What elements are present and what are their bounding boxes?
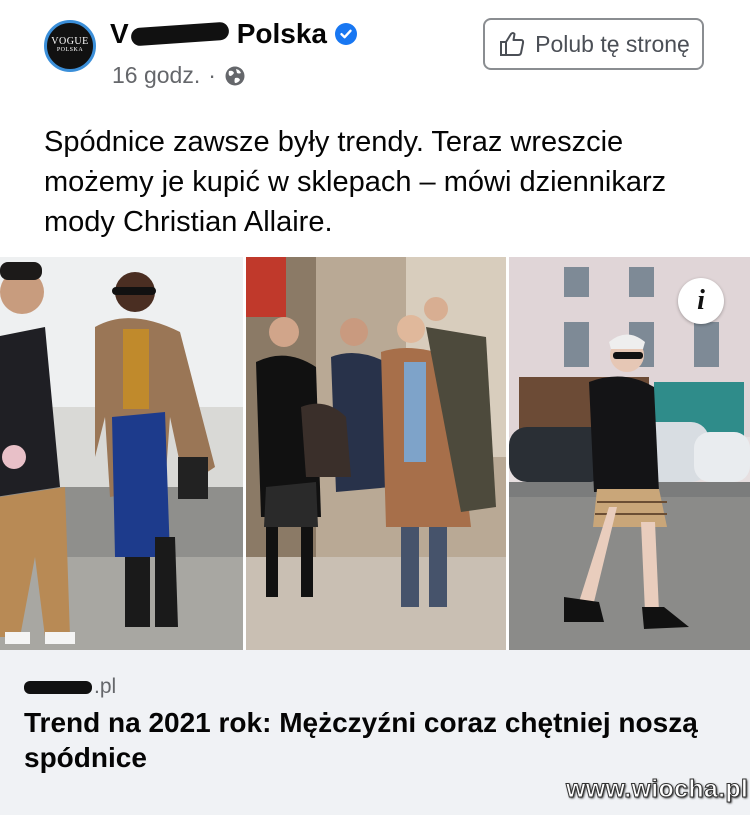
post-header: VOGUE POLSKA V Polska 16 godz. · Polub tę…	[0, 0, 750, 108]
redaction-mark	[24, 680, 92, 694]
avatar-logo-line2: POLSKA	[56, 47, 84, 53]
post-timestamp[interactable]: 16 godz.	[112, 62, 200, 89]
page-name-suffix: Polska	[236, 18, 327, 49]
page-name-prefix: V	[110, 18, 129, 49]
photo-middle[interactable]	[246, 257, 506, 650]
verified-badge-icon	[334, 23, 357, 45]
photo-left-image	[0, 257, 243, 650]
info-icon[interactable]: i	[678, 278, 724, 324]
meta-separator: ·	[208, 62, 216, 88]
globe-icon	[225, 66, 245, 85]
page-name-link[interactable]: V Polska	[110, 18, 357, 50]
like-page-button[interactable]: Polub tę stronę	[483, 18, 704, 70]
post-meta: 16 godz. ·	[112, 62, 246, 89]
redaction-mark	[130, 21, 230, 47]
photo-left[interactable]	[0, 257, 243, 650]
photo-collage[interactable]	[0, 257, 750, 650]
link-title[interactable]: Trend na 2021 rok: Mężczyźni coraz chętn…	[24, 705, 714, 775]
thumbs-up-icon	[500, 32, 525, 56]
post-text: Spódnice zawsze były trendy. Teraz wresz…	[44, 126, 667, 238]
link-domain-suffix: .pl	[94, 675, 117, 698]
watermark: www.wiocha.pl	[565, 775, 749, 804]
photo-middle-image	[246, 257, 506, 650]
page-avatar[interactable]: VOGUE POLSKA	[44, 20, 96, 72]
avatar-logo-text: VOGUE POLSKA	[51, 37, 89, 55]
link-domain: .pl	[24, 675, 116, 699]
like-button-label: Polub tę stronę	[535, 30, 690, 57]
avatar-logo-line1: VOGUE	[51, 36, 89, 47]
